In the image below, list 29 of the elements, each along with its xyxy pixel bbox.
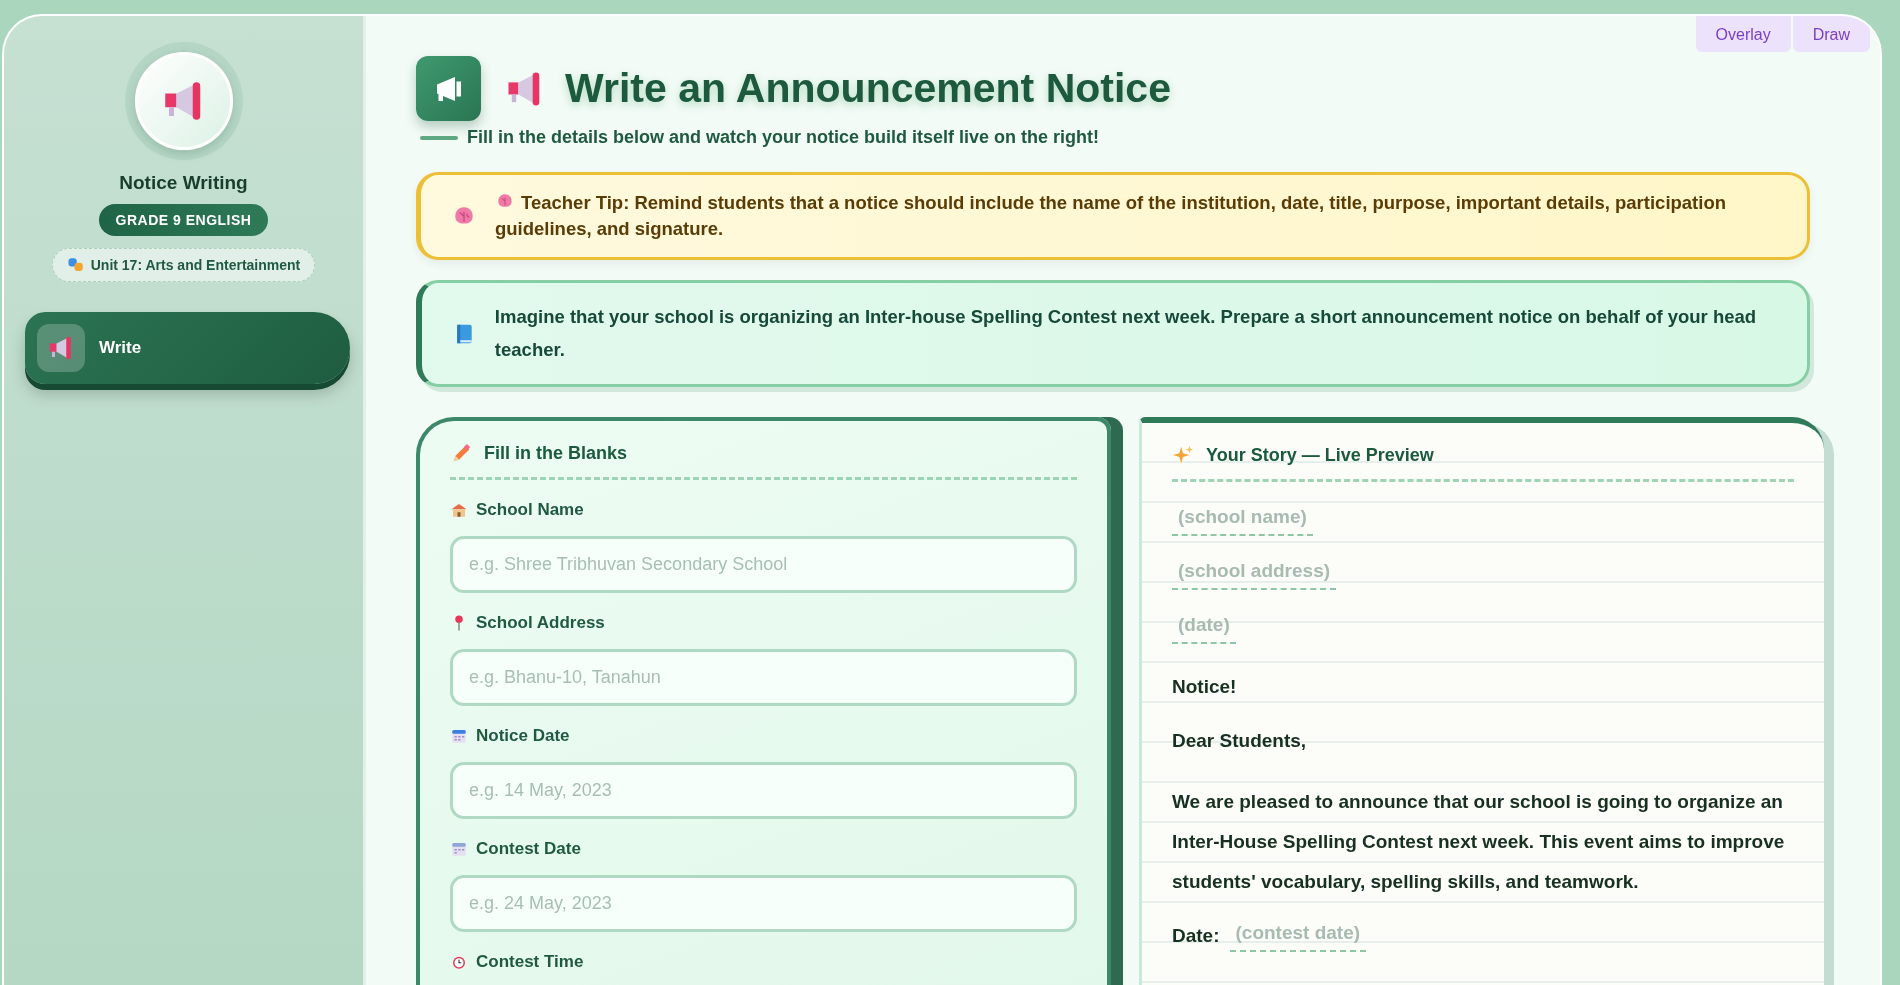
sidebar-title: Notice Writing	[119, 172, 248, 194]
page-subtitle: Fill in the details below and watch your notice build itself live on the right!	[467, 127, 1100, 148]
input-field[interactable]: e.g. Shree Tribhuvan Secondary School	[450, 535, 1077, 593]
field-label: School Address	[476, 612, 605, 633]
preview-blank: (contest date)	[1229, 919, 1367, 952]
input-field[interactable]: e.g. 24 May, 2023	[450, 874, 1077, 932]
input-field[interactable]: e.g. 14 May, 2023	[450, 761, 1077, 819]
preview-paragraph: We are pleased to announce that our school is going to organize an Inter-House Spelling Contest next week. This event aims to improve students' vocabulary, spelling skills, and teamwork.	[1172, 789, 1786, 894]
preview-text: Notice!	[1172, 675, 1238, 698]
page-title: Write an Announcement Notice	[565, 65, 1171, 112]
preview-text: Dear Students,	[1172, 729, 1308, 752]
field-label: School Name	[476, 499, 584, 520]
preview-label: Date:	[1172, 924, 1220, 947]
unit-label: Unit 17: Arts and Entertainment	[90, 257, 301, 273]
task-text: Imagine that your school is organizing an Inter-house Spelling Contest next week. Prepare a short announcement notice on behalf of your head teacher.	[494, 305, 1758, 362]
card-title: Your Story — Live Preview	[1206, 445, 1434, 467]
toolbar-button[interactable]: Draw	[1792, 16, 1870, 52]
preview-blank: (school name)	[1172, 503, 1313, 536]
preview-blank: (school address)	[1172, 557, 1337, 590]
field-label: Notice Date	[476, 725, 570, 746]
tip-text: Teacher Tip: Remind students that a notice should include the name of the institution, date, title, purpose, important details, participation guidelines, and signature.	[495, 191, 1727, 242]
grade-badge: GRADE 9 ENGLISH	[98, 204, 269, 236]
preview-blank: (date)	[1172, 611, 1236, 644]
card-title: Fill in the Blanks	[484, 443, 628, 465]
field-label: Contest Date	[476, 838, 581, 859]
toolbar-button[interactable]: Overlay	[1695, 16, 1791, 52]
theater-masks-icon	[66, 256, 85, 274]
input-field[interactable]: e.g. Bhanu-10, Tanahun	[450, 648, 1077, 706]
field-label: Contest Time	[476, 951, 584, 972]
